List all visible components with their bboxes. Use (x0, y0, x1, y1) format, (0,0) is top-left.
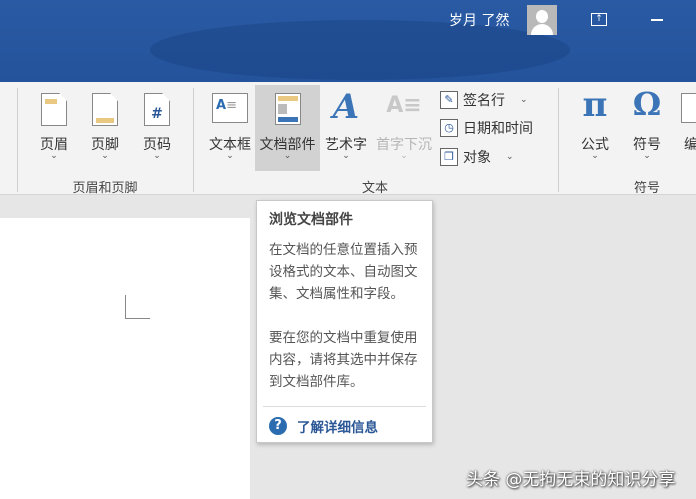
numbering-button[interactable]: 编 (676, 85, 696, 171)
minimize-icon[interactable] (651, 19, 663, 21)
signature-line-label: 签名行 (463, 93, 505, 109)
object-icon: ❐ (440, 148, 458, 166)
numbering-icon (681, 93, 696, 123)
tooltip-paragraph: 在文档的任意位置插入预设格式的文本、自动图文集、文档属性和字段。 (269, 242, 418, 302)
date-time-label: 日期和时间 (463, 121, 533, 137)
signature-line-button[interactable]: ✎ 签名行 ⌄ (440, 88, 528, 112)
document-page[interactable] (0, 218, 250, 499)
chevron-down-icon: ⌄ (643, 151, 651, 161)
chevron-down-icon: ⌄ (153, 151, 161, 161)
avatar[interactable] (527, 5, 557, 35)
user-name[interactable]: 岁月 了然 (449, 10, 509, 30)
group-label-symbols: 符号 (633, 181, 660, 196)
divider (263, 406, 426, 407)
symbol-button[interactable]: Ω 符号 ⌄ (615, 85, 679, 171)
date-time-button[interactable]: ◷ 日期和时间 (440, 116, 533, 140)
group-label-header-footer: 页眉和页脚 (72, 181, 138, 196)
help-icon: ? (269, 417, 287, 435)
ribbon-display-options-icon[interactable]: ↑ (591, 13, 607, 26)
margin-corner-mark (125, 295, 150, 319)
drop-cap-button[interactable]: A≡ 首字下沉 ⌄ (372, 85, 436, 171)
wordart-button[interactable]: A 艺术字 ⌄ (314, 85, 378, 171)
omega-icon: Ω (632, 85, 662, 123)
tooltip: 浏览文档部件 在文档的任意位置插入预设格式的文本、自动图文集、文档属性和字段。 … (256, 200, 433, 443)
signature-pen-icon: ✎ (440, 91, 458, 109)
drop-cap-icon: A≡ (386, 93, 422, 118)
learn-more-label: 了解详细信息 (297, 420, 378, 436)
object-button[interactable]: ❐ 对象 ⌄ (440, 145, 514, 169)
page-number-icon: # (144, 93, 170, 126)
quick-parts-icon (274, 93, 301, 125)
footer-icon (92, 93, 118, 126)
title-bar: 岁月 了然 ↑ (0, 0, 696, 82)
object-label: 对象 (463, 150, 491, 166)
page-number-button[interactable]: # 页码 ⌄ (125, 85, 189, 171)
pi-icon: π (582, 85, 608, 125)
tooltip-title: 浏览文档部件 (269, 212, 353, 228)
watermark: 头条 @无拘无束的知识分享 (466, 470, 676, 490)
chevron-down-icon: ⌄ (400, 151, 408, 161)
header-icon (41, 93, 67, 126)
text-box-button[interactable]: A≡ 文本框 ⌄ (198, 85, 262, 171)
learn-more-link[interactable]: ? 了解详细信息 (269, 416, 378, 436)
group-label-text: 文本 (361, 181, 388, 196)
calendar-clock-icon: ◷ (440, 119, 458, 137)
tooltip-paragraph: 要在您的文档中重复使用内容，请将其选中并保存到文档部件库。 (269, 330, 418, 390)
chevron-down-icon: ⌄ (520, 95, 528, 105)
numbering-label: 编 (684, 137, 696, 153)
ribbon: 页眉 ⌄ 页脚 ⌄ # 页码 ⌄ 页眉和页脚 A≡ 文本框 ⌄ 文档部件 ⌄ A… (0, 82, 696, 196)
text-box-icon: A≡ (212, 93, 248, 123)
wordart-icon: A (332, 87, 360, 127)
quick-parts-button[interactable]: 文档部件 ⌄ (255, 85, 320, 171)
chevron-down-icon: ⌄ (506, 152, 514, 162)
